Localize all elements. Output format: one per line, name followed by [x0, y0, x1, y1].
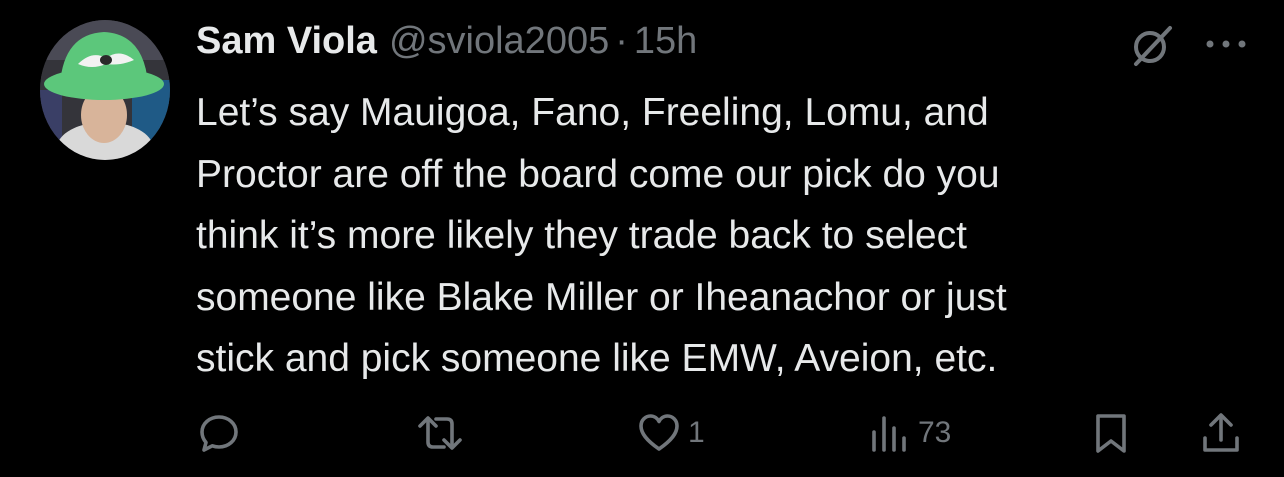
heart-icon — [639, 414, 679, 451]
bookmark-button[interactable] — [1088, 408, 1134, 458]
tweet-text-line: Proctor are off the board come our pick … — [196, 152, 1000, 196]
like-button[interactable]: 1 — [636, 408, 705, 458]
tweet-text-line: someone like Blake Miller or Iheanachor … — [196, 275, 1007, 319]
views-icon — [872, 416, 906, 452]
reply-icon — [200, 415, 238, 452]
share-icon — [1203, 413, 1239, 452]
display-name[interactable]: Sam Viola — [196, 20, 377, 63]
views-button[interactable]: 73 — [866, 408, 951, 458]
views-count: 73 — [918, 416, 952, 449]
avatar[interactable] — [40, 20, 170, 160]
grok-icon[interactable] — [1128, 22, 1176, 70]
action-bar: 1 73 — [0, 400, 1284, 470]
tweet-text-line: Let’s say Mauigoa, Fano, Freeling, Lomu,… — [196, 91, 989, 134]
retweet-button[interactable] — [414, 408, 466, 458]
like-count: 1 — [688, 416, 705, 449]
tweet-text-line: think it’s more likely they trade back t… — [196, 214, 967, 257]
tweet-header: Sam Viola @sviola2005 · 15h — [196, 20, 697, 70]
tweet[interactable]: Sam Viola @sviola2005 · 15h Let’s say Ma… — [0, 0, 1284, 477]
tweet-text: Let’s say Mauigoa, Fano, Freeling, Lomu,… — [196, 82, 1256, 390]
share-button[interactable] — [1198, 408, 1244, 458]
timestamp[interactable]: 15h — [634, 20, 697, 63]
more-icon[interactable] — [1196, 26, 1256, 62]
avatar-image — [40, 20, 170, 160]
user-handle[interactable]: @sviola2005 — [389, 20, 609, 63]
reply-button[interactable] — [196, 408, 242, 458]
tweet-text-line: stick and pick someone like EMW, Aveion,… — [196, 337, 998, 380]
separator-dot: · — [615, 20, 628, 62]
retweet-icon — [418, 416, 462, 450]
bookmark-icon — [1096, 414, 1126, 453]
